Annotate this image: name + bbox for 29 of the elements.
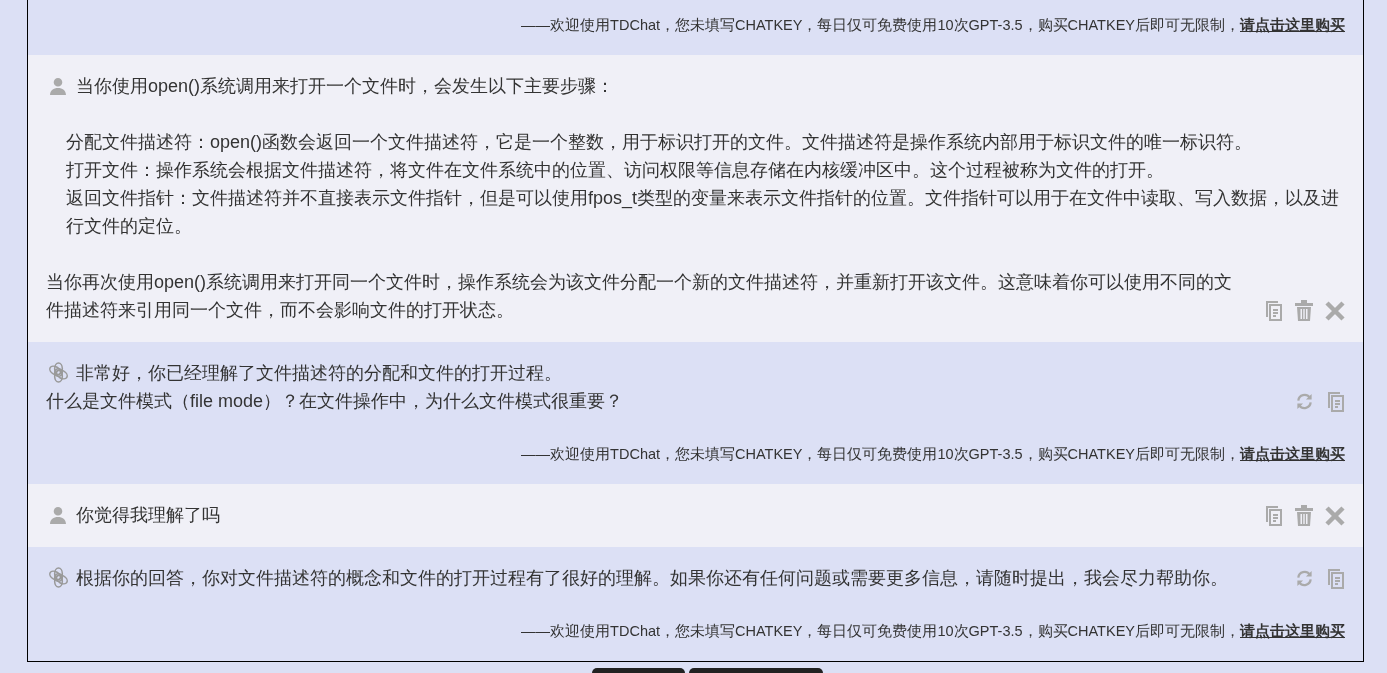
close-icon[interactable]: [1325, 505, 1345, 526]
footer-note: ——欢迎使用TDChat，您未填写CHATKEY，每日仅可免费使用10次GPT-3.5，购买CHATKEY后即可无限制，: [521, 622, 1240, 642]
message-text: 根据你的回答，你对文件描述符的概念和文件的打开过程有了很好的理解。如果你还有任何问题或需要更多信息，请随时提出，我会尽力帮助你。: [46, 564, 1275, 592]
copy-icon[interactable]: [1264, 505, 1283, 526]
footer-note: ——欢迎使用TDChat，您未填写CHATKEY，每日仅可免费使用10次GPT-3.5，购买CHATKEY后即可无限制，: [521, 445, 1240, 465]
copy-icon[interactable]: [1264, 300, 1283, 321]
message-text: 非常好，你已经理解了文件描述符的分配和文件的打开过程。: [46, 359, 1345, 387]
knot-logo-icon: [47, 361, 70, 384]
close-icon[interactable]: [1325, 300, 1345, 321]
trash-icon[interactable]: [1295, 505, 1313, 526]
message-text: 分配文件描述符：open()函数会返回一个文件描述符，它是一个整数，用于标识打开的文件。文件描述符是操作系统内部用于标识文件的唯一标识符。: [65, 131, 1254, 154]
message-text: 返回文件指针：文件描述符并不直接表示文件指针，但是可以使用fpos_t类型的变量来表示文件指针的位置。文件指针可以用于在文件中读取、写入数据，以及进行文件的定位。: [65, 187, 1341, 238]
refresh-icon[interactable]: [1295, 569, 1314, 588]
buy-link[interactable]: 请点击这里购买: [1240, 15, 1345, 37]
message-text: 什么是文件模式（file mode）？在文件操作中，为什么文件模式很重要？: [46, 390, 625, 413]
user-avatar-icon: [49, 77, 67, 95]
copy-icon[interactable]: [1326, 391, 1345, 412]
footer-note: ——欢迎使用TDChat，您未填写CHATKEY，每日仅可免费使用10次GPT-3.5，购买CHATKEY后即可无限制，: [521, 16, 1240, 36]
refresh-icon[interactable]: [1295, 392, 1314, 411]
message-text: 当你再次使用open()系统调用来打开同一个文件时，操作系统会为该文件分配一个新的文件描述符，并重新打开该文件。这意味着你可以使用不同的文件描述符来引用同一个文件，而不会影响文件的打开状态。: [46, 271, 1234, 322]
message-text: 你觉得我理解了吗: [46, 501, 1244, 529]
trash-icon[interactable]: [1295, 300, 1313, 321]
knot-logo-icon: [47, 566, 70, 589]
user-avatar-icon: [49, 506, 67, 524]
buy-link[interactable]: 请点击这里购买: [1240, 444, 1345, 466]
message-text: 当你使用open()系统调用来打开一个文件时，会发生以下主要步骤：: [46, 72, 1345, 100]
message-text: 打开文件：操作系统会根据文件描述符，将文件在文件系统中的位置、访问权限等信息存储在内核缓冲区中。这个过程被称为文件的打开。: [65, 159, 1165, 182]
copy-icon[interactable]: [1326, 568, 1345, 589]
buy-link[interactable]: 请点击这里购买: [1240, 621, 1345, 643]
